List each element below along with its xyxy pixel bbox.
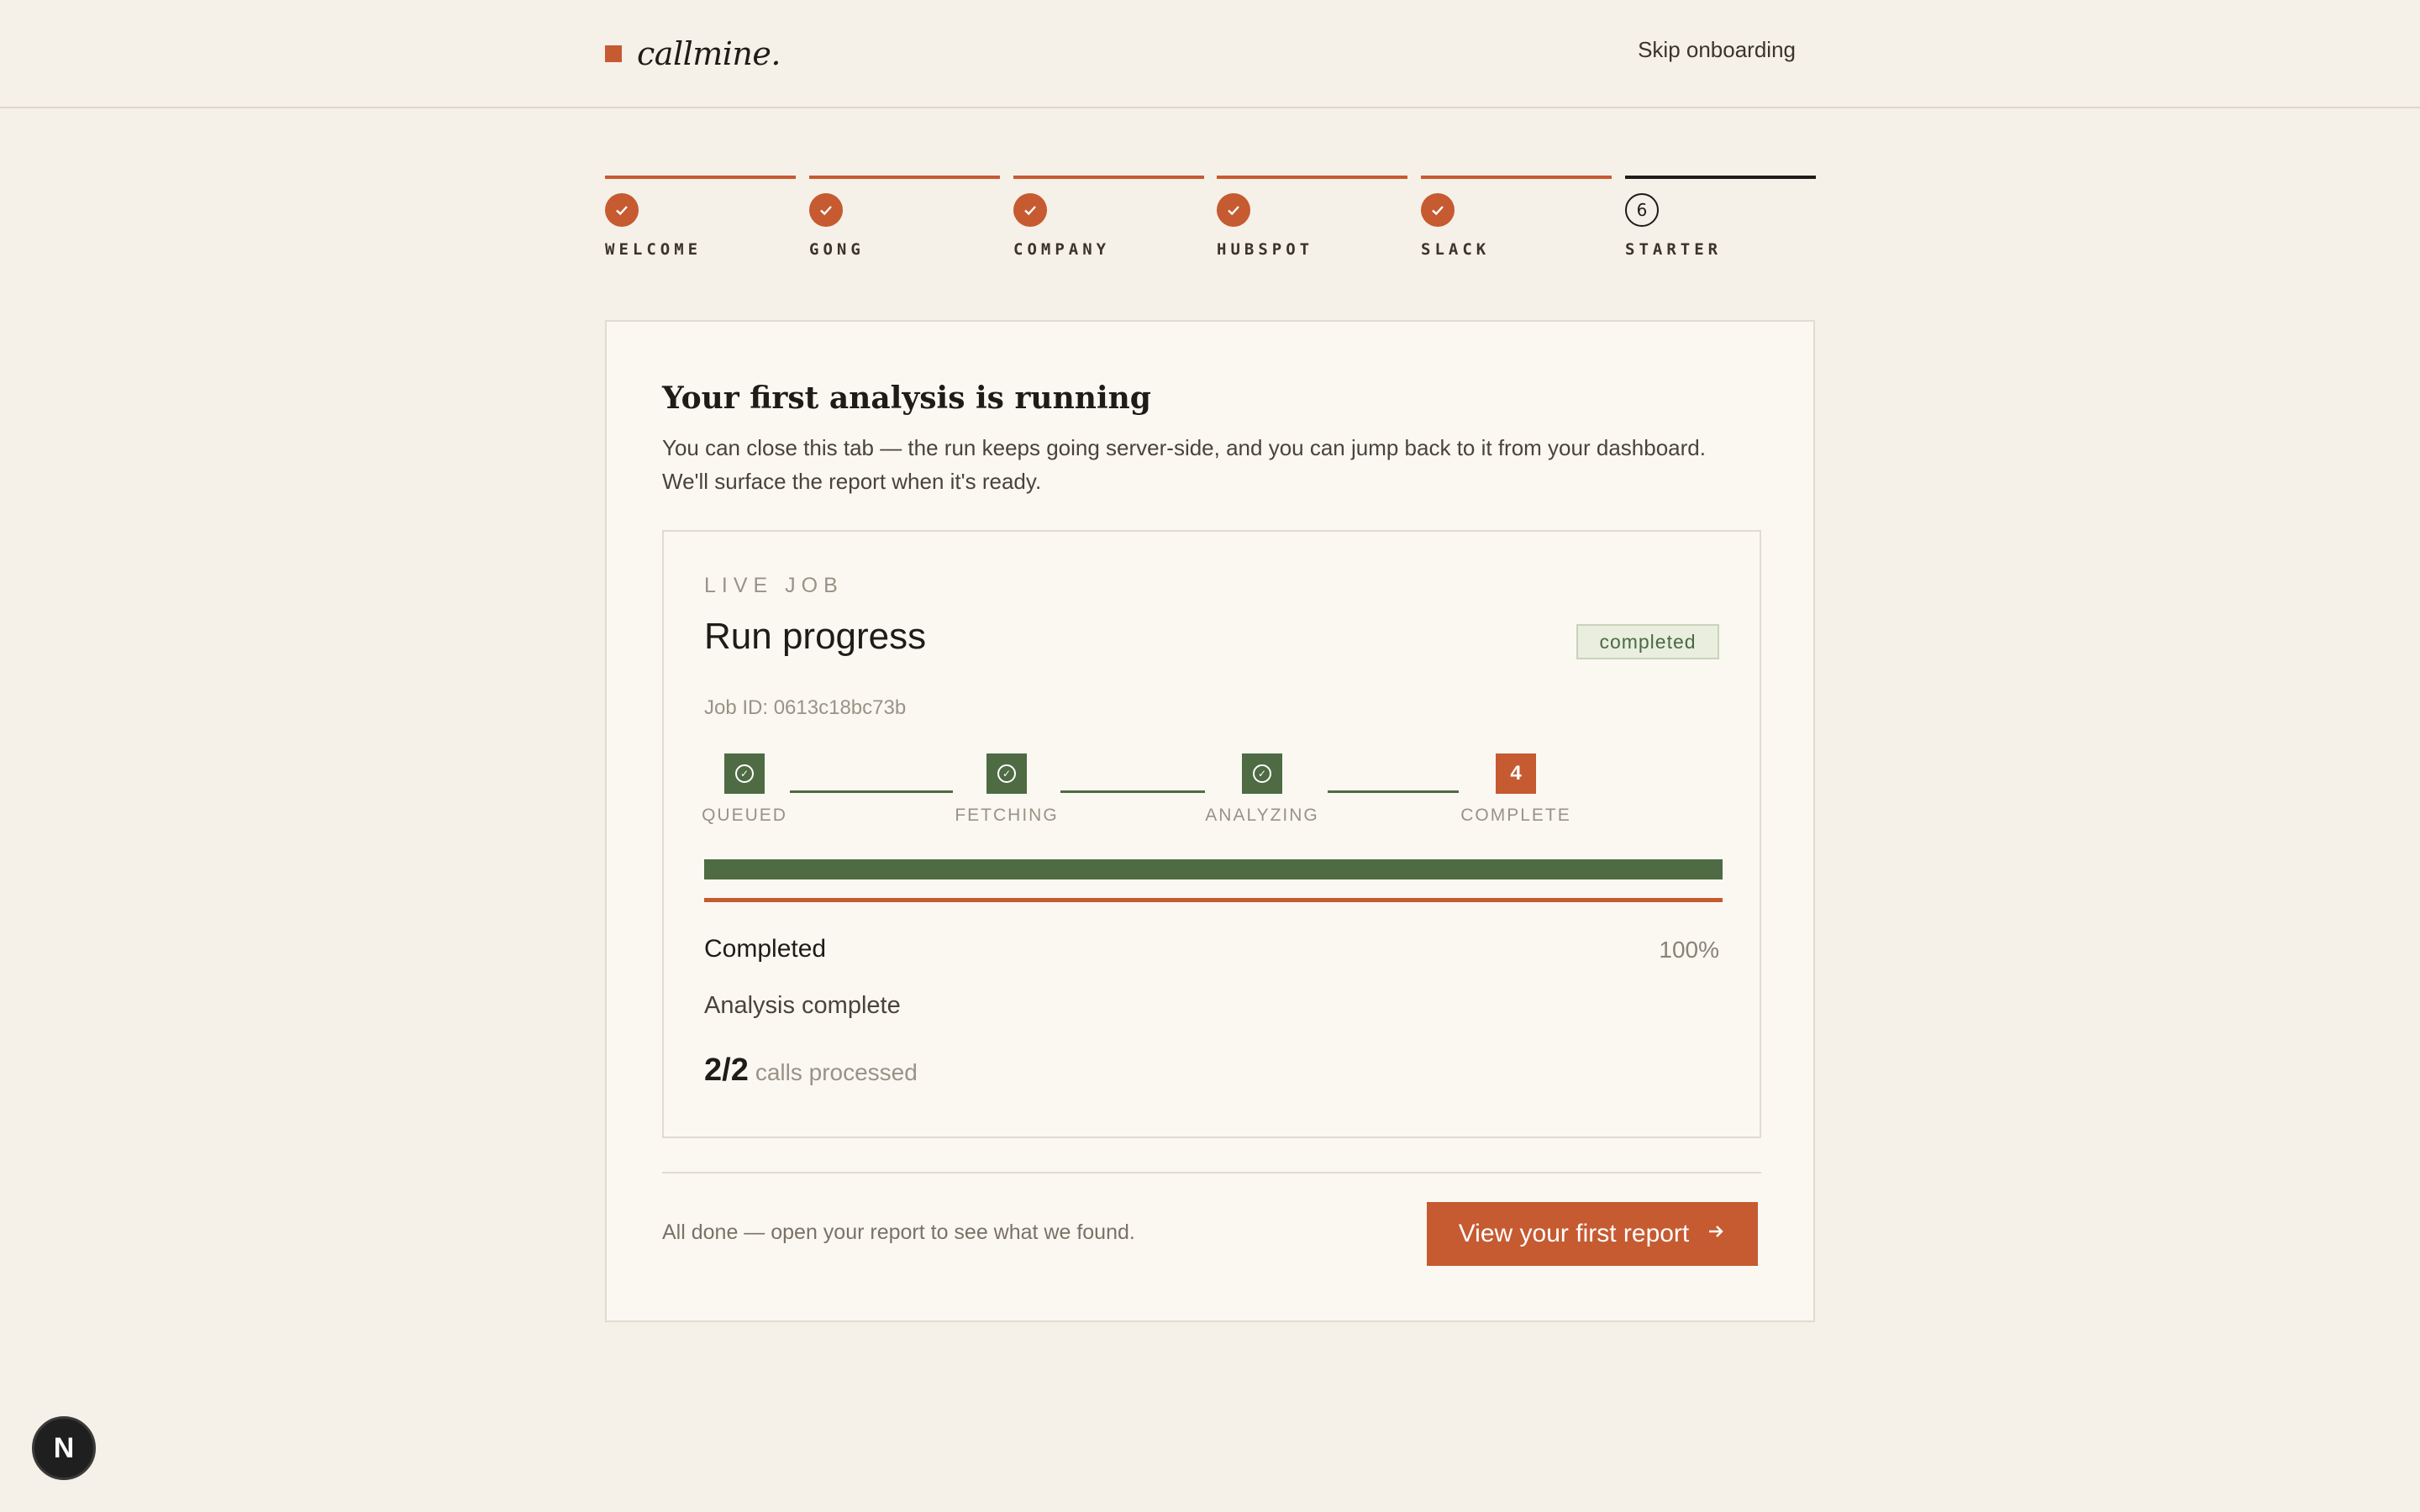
card-title: Your first analysis is running — [662, 381, 1151, 416]
check-icon — [1217, 193, 1250, 227]
calls-label: calls processed — [755, 1059, 918, 1085]
stage-queued: ✓ QUEUED — [677, 753, 812, 826]
job-message: Analysis complete — [704, 992, 901, 1019]
stage-connector — [790, 790, 953, 793]
logo[interactable]: callmine. — [605, 34, 781, 74]
view-report-label: View your first report — [1458, 1220, 1690, 1247]
check-circle-icon: ✓ — [986, 753, 1027, 794]
step-label: HUBSPOT — [1217, 240, 1314, 259]
step-company[interactable]: COMPANY — [1013, 176, 1204, 259]
step-hubspot[interactable]: HUBSPOT — [1217, 176, 1407, 259]
arrow-right-icon — [1706, 1220, 1726, 1248]
check-icon — [1013, 193, 1047, 227]
progress-state-label: Completed — [704, 935, 827, 963]
stage-fetching: ✓ FETCHING — [939, 753, 1074, 826]
pipeline-stages: ✓ QUEUED ✓ FETCHING ✓ ANALYZING 4 COMPLE… — [702, 753, 1723, 829]
logo-text: callmine. — [637, 35, 781, 72]
skip-onboarding-link[interactable]: Skip onboarding — [1638, 37, 1796, 63]
step-slack[interactable]: SLACK — [1421, 176, 1612, 259]
top-bar: callmine. Skip onboarding — [0, 0, 2420, 108]
step-progress-bar — [1217, 176, 1407, 179]
check-circle-icon: ✓ — [1242, 753, 1282, 794]
step-label: WELCOME — [605, 240, 702, 259]
view-report-button[interactable]: View your first report — [1427, 1202, 1758, 1266]
stage-number: 4 — [1496, 753, 1536, 794]
live-job-panel: LIVE JOB Run progress completed Job ID: … — [662, 530, 1761, 1138]
step-gong[interactable]: GONG — [809, 176, 1000, 259]
footer-note: All done — open your report to see what … — [662, 1221, 1135, 1244]
check-icon — [809, 193, 843, 227]
stage-connector — [1328, 790, 1459, 793]
step-starter[interactable]: 6 STARTER — [1625, 176, 1816, 259]
analysis-card: Your first analysis is running You can c… — [605, 320, 1815, 1322]
check-icon — [605, 193, 639, 227]
step-progress-bar — [809, 176, 1000, 179]
job-title: Run progress — [704, 616, 927, 657]
onboarding-stepper: WELCOME GONG COMPANY HUBSPOT SLACK 6 STA… — [605, 176, 1816, 268]
calls-processed: 2/2 calls processed — [704, 1053, 918, 1089]
logo-mark-icon — [605, 45, 622, 62]
step-progress-bar — [605, 176, 796, 179]
dev-tools-badge[interactable]: N — [32, 1416, 96, 1480]
step-progress-bar — [1421, 176, 1612, 179]
step-label: STARTER — [1625, 240, 1723, 259]
step-progress-bar — [1625, 176, 1816, 179]
job-eyebrow: LIVE JOB — [704, 574, 844, 597]
stage-connector — [1060, 790, 1205, 793]
stage-analyzing: ✓ ANALYZING — [1195, 753, 1329, 826]
calls-count: 2/2 — [704, 1053, 749, 1088]
card-description: You can close this tab — the run keeps g… — [662, 435, 1706, 494]
step-progress-bar — [1013, 176, 1204, 179]
step-welcome[interactable]: WELCOME — [605, 176, 796, 259]
job-id: Job ID: 0613c18bc73b — [704, 696, 907, 719]
stage-label: FETCHING — [955, 806, 1059, 825]
progress-underline — [704, 898, 1723, 902]
step-label: SLACK — [1421, 240, 1491, 259]
step-number: 6 — [1625, 193, 1659, 227]
divider — [662, 1172, 1761, 1173]
progress-percent: 100% — [1659, 937, 1719, 963]
status-badge: completed — [1576, 624, 1719, 659]
step-label: COMPANY — [1013, 240, 1111, 259]
stage-label: ANALYZING — [1205, 806, 1319, 825]
check-icon — [1421, 193, 1455, 227]
stage-complete: 4 COMPLETE — [1449, 753, 1583, 826]
check-circle-icon: ✓ — [724, 753, 765, 794]
stage-label: QUEUED — [702, 806, 787, 825]
progress-bar-fill — [704, 859, 1723, 879]
step-label: GONG — [809, 240, 865, 259]
stage-label: COMPLETE — [1460, 806, 1571, 825]
